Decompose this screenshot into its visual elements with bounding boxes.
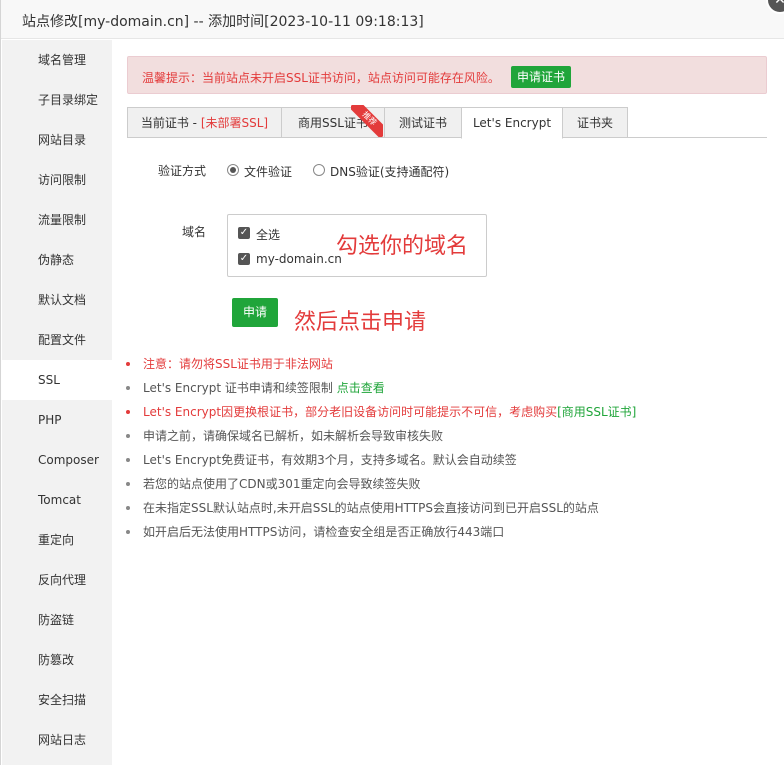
ssl-warning-alert: 温馨提示：当前站点未开启SSL证书访问，站点访问可能存在风险。 申请证书: [127, 56, 767, 94]
sidebar-item-site-directory[interactable]: 网站目录: [2, 120, 112, 160]
sidebar-item-access-limit[interactable]: 访问限制: [2, 160, 112, 200]
dialog-titlebar: 站点修改[my-domain.cn] -- 添加时间[2023-10-11 09…: [1, 0, 784, 39]
verify-dns-radio[interactable]: [313, 164, 325, 176]
annotation-then-apply: 然后点击申请: [294, 310, 427, 335]
verify-file-radio[interactable]: [227, 164, 239, 176]
sidebar-item-site-log[interactable]: 网站日志: [2, 720, 112, 760]
sidebar-item-php[interactable]: PHP: [2, 400, 112, 440]
apply-cert-button[interactable]: 申请证书: [511, 66, 572, 88]
ssl-tabs: 当前证书 - [未部署SSL] 商用SSL证书 推荐 测试证书 Let's En…: [127, 105, 767, 139]
sidebar-item-config-file[interactable]: 配置文件: [2, 320, 112, 360]
sidebar-item-composer[interactable]: Composer: [2, 440, 112, 480]
verify-dns-label[interactable]: DNS验证(支持通配符): [330, 163, 449, 180]
sidebar-item-security-scan[interactable]: 安全扫描: [2, 680, 112, 720]
domain-checkbox[interactable]: ✓: [238, 253, 250, 265]
annotation-select-domain: 勾选你的域名: [336, 234, 469, 259]
sidebar-item-hotlink[interactable]: 防盗链: [2, 600, 112, 640]
dialog-title: 站点修改[my-domain.cn] -- 添加时间[2023-10-11 09…: [22, 14, 424, 30]
recommend-ribbon-label: 推荐: [351, 105, 383, 137]
bullet: [126, 506, 130, 510]
bullet: [126, 530, 130, 534]
sidebar-item-reverse-proxy[interactable]: 反向代理: [2, 560, 112, 600]
verify-file-label[interactable]: 文件验证: [244, 163, 292, 180]
alert-text: 温馨提示：当前站点未开启SSL证书访问，站点访问可能存在风险。: [142, 71, 500, 85]
verify-method-label: 验证方式: [158, 164, 207, 178]
sidebar-item-rewrite[interactable]: 伪静态: [2, 240, 112, 280]
select-all-checkbox[interactable]: ✓: [238, 227, 250, 239]
domain-label: 域名: [182, 225, 207, 239]
site-settings-dialog: 站点修改[my-domain.cn] -- 添加时间[2023-10-11 09…: [0, 0, 784, 765]
sidebar-item-tomcat[interactable]: Tomcat: [2, 480, 112, 520]
sidebar-item-subdir-binding[interactable]: 子目录绑定: [2, 80, 112, 120]
tab-current-cert[interactable]: 当前证书 - [未部署SSL]: [127, 107, 282, 138]
bullet: [126, 482, 130, 486]
domain-checkbox-label[interactable]: my-domain.cn: [256, 252, 342, 266]
bullet: [126, 362, 130, 366]
sidebar-item-default-doc[interactable]: 默认文档: [2, 280, 112, 320]
rate-limit-link[interactable]: 点击查看: [337, 381, 385, 395]
bullet: [126, 410, 130, 414]
sidebar-item-domain[interactable]: 域名管理: [2, 40, 112, 80]
tab-current-cert-status: [未部署SSL]: [200, 116, 269, 130]
sidebar-item-redirect[interactable]: 重定向: [2, 520, 112, 560]
tab-current-cert-label: 当前证书 -: [140, 116, 201, 130]
sidebar-item-traffic-limit[interactable]: 流量限制: [2, 200, 112, 240]
sidebar-item-ssl[interactable]: SSL: [2, 360, 112, 400]
bullet: [126, 458, 130, 462]
bullet: [126, 434, 130, 438]
buy-commercial-ssl-link[interactable]: [商用SSL证书]: [557, 405, 636, 419]
tab-cert-folder[interactable]: 证书夹: [562, 107, 628, 138]
bullet: [126, 386, 130, 390]
main-panel: 温馨提示：当前站点未开启SSL证书访问，站点访问可能存在风险。 申请证书 当前证…: [112, 40, 784, 765]
tab-test-cert[interactable]: 测试证书: [384, 107, 462, 138]
select-all-label[interactable]: 全选: [256, 226, 280, 243]
tab-letsencrypt[interactable]: Let's Encrypt: [461, 107, 563, 139]
apply-button[interactable]: 申请: [232, 298, 278, 327]
sidebar-item-tamper-proof[interactable]: 防篡改: [2, 640, 112, 680]
sidebar: 域名管理 子目录绑定 网站目录 访问限制 流量限制 伪静态 默认文档 配置文件 …: [2, 40, 112, 765]
recommend-ribbon: 推荐: [351, 105, 383, 137]
